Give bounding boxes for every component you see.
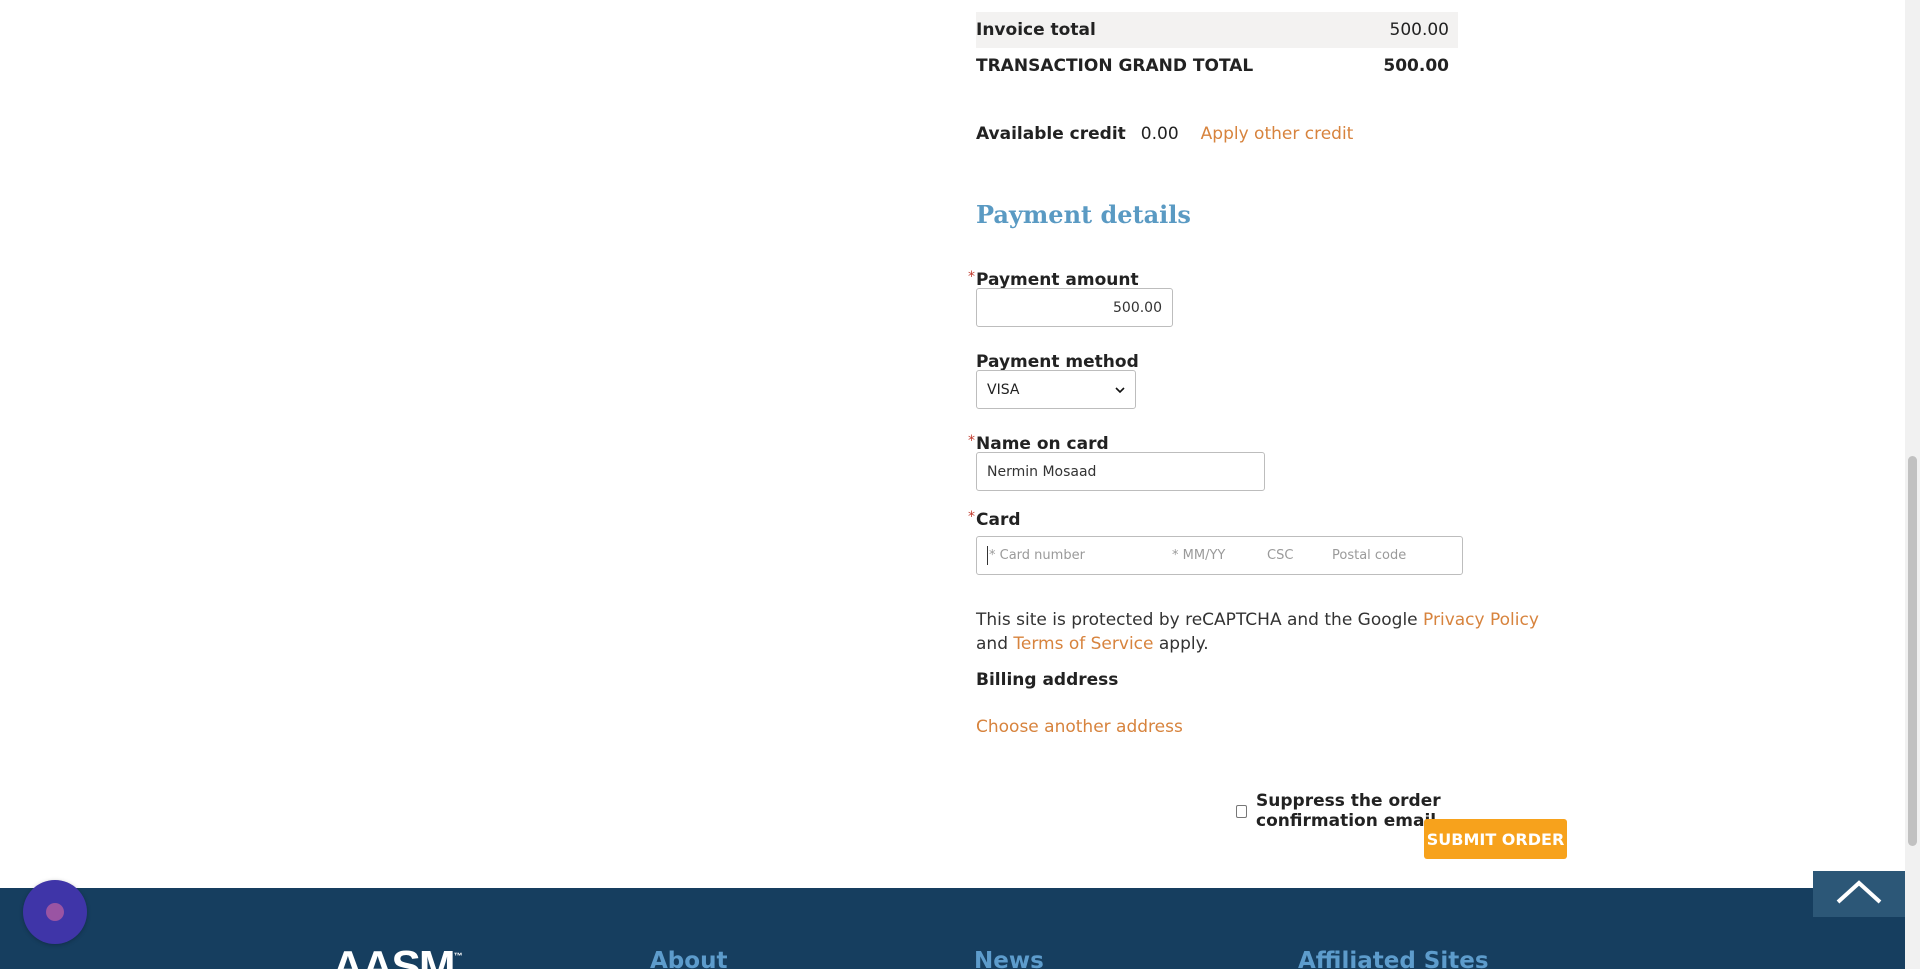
card-label-text: Card <box>976 510 1021 530</box>
invoice-total-row: Invoice total 500.00 <box>976 12 1458 48</box>
invoice-total-value: 500.00 <box>1389 20 1449 40</box>
payment-method-label: Payment method <box>976 352 1139 372</box>
recaptcha-notice: This site is protected by reCAPTCHA and … <box>976 608 1566 656</box>
submit-order-button[interactable]: SUBMIT ORDER <box>1424 819 1567 859</box>
card-number-field[interactable]: * Card number <box>989 548 1085 563</box>
recaptcha-suffix: apply. <box>1153 634 1209 654</box>
available-credit-value: 0.00 <box>1140 124 1179 144</box>
terms-of-service-link[interactable]: Terms of Service <box>1013 634 1153 654</box>
card-expiry-field[interactable]: * MM/YY <box>1172 548 1225 563</box>
suppress-email-checkbox[interactable] <box>1236 804 1248 818</box>
billing-address-label: Billing address <box>976 670 1119 690</box>
checkout-content: Invoice total 500.00 TRANSACTION GRAND T… <box>968 12 1576 859</box>
required-marker: * <box>968 433 975 449</box>
card-label: * Card <box>968 509 1021 530</box>
page-scrollbar[interactable] <box>1905 0 1920 969</box>
payment-details-title: Payment details <box>976 200 1191 229</box>
chat-bubble-icon <box>46 903 64 921</box>
grand-total-label: TRANSACTION GRAND TOTAL <box>976 56 1254 76</box>
payment-amount-label: * Payment amount <box>968 269 1139 290</box>
available-credit-row: Available credit 0.00 Apply other credit <box>976 124 1353 144</box>
scrollbar-thumb[interactable] <box>1908 456 1917 846</box>
footer-logo[interactable]: AASM™ <box>332 942 463 969</box>
chevron-down-icon <box>1115 383 1125 397</box>
recaptcha-middle: and <box>976 634 1014 654</box>
privacy-policy-link[interactable]: Privacy Policy <box>1423 610 1539 630</box>
choose-another-address-link[interactable]: Choose another address <box>976 717 1183 737</box>
card-input-group[interactable]: * Card number * MM/YY CSC Postal code <box>976 536 1463 575</box>
name-on-card-label-text: Name on card <box>976 434 1109 454</box>
chevron-up-icon <box>1835 879 1883 909</box>
available-credit-label: Available credit <box>976 124 1126 144</box>
text-caret <box>987 546 988 565</box>
required-marker: * <box>968 509 975 525</box>
payment-amount-input[interactable] <box>976 288 1173 327</box>
footer-about-heading[interactable]: About <box>650 948 727 969</box>
recaptcha-prefix: This site is protected by reCAPTCHA and … <box>976 610 1424 630</box>
invoice-total-label: Invoice total <box>976 20 1096 40</box>
payment-amount-label-text: Payment amount <box>976 270 1139 290</box>
payment-method-selected: VISA <box>987 381 1020 398</box>
name-on-card-input[interactable] <box>976 452 1265 491</box>
grand-total-row: TRANSACTION GRAND TOTAL 500.00 <box>976 48 1458 84</box>
footer-logo-mark: ™ <box>453 951 463 962</box>
footer-news-heading[interactable]: News <box>974 948 1044 969</box>
page: Invoice total 500.00 TRANSACTION GRAND T… <box>0 0 1920 969</box>
chat-widget-button[interactable] <box>23 880 87 944</box>
footer-affiliated-sites-heading[interactable]: Affiliated Sites <box>1298 948 1489 969</box>
payment-method-select[interactable]: VISA <box>976 370 1136 409</box>
back-to-top-button[interactable] <box>1813 871 1905 917</box>
footer-logo-text: AASM <box>332 942 456 969</box>
required-marker: * <box>968 269 975 285</box>
name-on-card-label: * Name on card <box>968 433 1109 454</box>
grand-total-value: 500.00 <box>1383 56 1449 76</box>
card-postal-code-field[interactable]: Postal code <box>1332 548 1406 563</box>
site-footer: AASM™ About News Affiliated Sites <box>0 888 1905 969</box>
card-csc-field[interactable]: CSC <box>1267 548 1293 563</box>
apply-other-credit-link[interactable]: Apply other credit <box>1201 124 1354 144</box>
